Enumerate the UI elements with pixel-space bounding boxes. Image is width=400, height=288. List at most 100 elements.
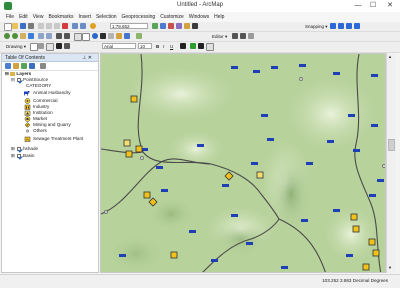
- layers-label: Layers: [16, 71, 32, 76]
- menu-view[interactable]: View: [33, 14, 44, 20]
- select-elements-pointer-icon[interactable]: [30, 43, 38, 51]
- straight-segment-icon[interactable]: [248, 33, 254, 39]
- paste-icon[interactable]: [54, 23, 60, 29]
- scroll-up-icon[interactable]: ▲: [388, 54, 392, 59]
- expand-icon[interactable]: ⊞: [11, 146, 15, 151]
- map-scale-combo[interactable]: 1:78,652: [110, 23, 148, 29]
- rotate-icon[interactable]: [38, 43, 44, 49]
- basin-visibility-checkbox[interactable]: [17, 154, 21, 158]
- font-color-icon[interactable]: [180, 43, 186, 49]
- drawing-toolbar: Drawing ▾ Arial 10 B I U: [0, 42, 400, 53]
- bold-button[interactable]: B: [156, 43, 159, 50]
- line-color-icon[interactable]: [198, 43, 204, 49]
- full-extent-icon[interactable]: [28, 33, 34, 39]
- layer-basin-expand[interactable]: ⊞: [11, 153, 15, 159]
- hyperlink-icon[interactable]: [116, 33, 122, 39]
- back-extent-icon[interactable]: [56, 33, 62, 39]
- menu-bookmarks[interactable]: Bookmarks: [48, 14, 73, 20]
- list-by-visibility-icon[interactable]: [21, 63, 27, 69]
- callout-icon[interactable]: [64, 43, 70, 49]
- italic-button[interactable]: I: [163, 43, 164, 50]
- arctoolbox-icon[interactable]: [184, 23, 190, 29]
- time-slider-icon[interactable]: [136, 33, 142, 39]
- marker-color-icon[interactable]: [206, 43, 214, 51]
- menu-customize[interactable]: Customize: [160, 14, 184, 20]
- editor-toolbar-label[interactable]: Editor ▾: [212, 33, 227, 40]
- vertex-snapping-icon[interactable]: [346, 23, 352, 29]
- drawing-menu-label[interactable]: Drawing ▾: [6, 43, 26, 50]
- select-elements-icon[interactable]: [82, 33, 90, 41]
- map-canvas[interactable]: [101, 54, 386, 273]
- edge-snapping-icon[interactable]: [354, 23, 360, 29]
- map-vertical-scrollbar[interactable]: ▲ ▼: [386, 53, 396, 273]
- font-name-combo[interactable]: Arial: [102, 43, 136, 49]
- copy-icon[interactable]: [46, 23, 52, 29]
- category-field-label: CATEGORY: [26, 83, 52, 88]
- open-folder-icon[interactable]: [12, 23, 18, 29]
- forward-extent-icon[interactable]: [64, 33, 70, 39]
- legend-others: Others: [33, 128, 47, 133]
- rectangle-icon[interactable]: [46, 43, 54, 51]
- maximize-button[interactable]: ☐: [366, 1, 380, 11]
- snapping-toolbar-label[interactable]: Snapping ▾: [305, 23, 328, 30]
- edit-tool-icon[interactable]: [232, 33, 238, 39]
- map-display[interactable]: [100, 53, 386, 273]
- delete-icon[interactable]: [62, 23, 68, 29]
- pointsource-visibility-checkbox[interactable]: [17, 78, 21, 82]
- cut-icon[interactable]: [38, 23, 44, 29]
- fixed-zoom-in-icon[interactable]: [38, 33, 44, 39]
- expand-icon[interactable]: ⊞: [11, 153, 15, 158]
- menu-insert[interactable]: Insert: [78, 14, 91, 20]
- list-by-selection-icon[interactable]: [29, 63, 35, 69]
- menu-selection[interactable]: Selection: [96, 14, 117, 20]
- layer-pointsource[interactable]: ⊟: [11, 77, 15, 83]
- list-by-drawing-order-icon[interactable]: [5, 63, 11, 69]
- layer-hshade-label[interactable]: hshade: [23, 146, 38, 152]
- point-snapping-icon[interactable]: [330, 23, 336, 29]
- list-by-source-icon[interactable]: [13, 63, 19, 69]
- underline-button[interactable]: U: [170, 43, 173, 50]
- scrollbar-thumb[interactable]: [388, 139, 395, 151]
- collapse-icon[interactable]: ⊟: [11, 77, 15, 82]
- new-document-icon[interactable]: [4, 23, 12, 31]
- layer-hshade-expand[interactable]: ⊞: [11, 146, 15, 152]
- pan-hand-icon[interactable]: [20, 33, 26, 39]
- find-icon[interactable]: [100, 33, 106, 39]
- select-features-icon[interactable]: [74, 33, 82, 41]
- menu-edit[interactable]: Edit: [19, 14, 28, 20]
- catalog-icon[interactable]: [168, 23, 174, 29]
- add-data-icon[interactable]: [90, 23, 96, 29]
- toc-window-icon[interactable]: [160, 23, 166, 29]
- font-size-combo[interactable]: 10: [138, 43, 152, 49]
- print-icon[interactable]: [28, 23, 34, 29]
- redo-icon[interactable]: [80, 23, 86, 29]
- scroll-down-icon[interactable]: ▼: [388, 265, 392, 270]
- menu-geoprocessing[interactable]: Geoprocessing: [122, 14, 156, 20]
- fill-color-icon[interactable]: [190, 43, 196, 49]
- save-icon[interactable]: [20, 23, 26, 29]
- new-text-icon[interactable]: [56, 43, 62, 49]
- close-button[interactable]: ✕: [381, 1, 399, 11]
- layer-basin-label[interactable]: Basin: [23, 153, 35, 159]
- menu-windows[interactable]: Windows: [189, 14, 209, 20]
- python-window-icon[interactable]: [192, 23, 198, 29]
- menu-file[interactable]: File: [6, 14, 14, 20]
- menu-help[interactable]: Help: [214, 14, 224, 20]
- identify-icon[interactable]: [92, 33, 98, 39]
- zoom-in-icon[interactable]: [4, 33, 10, 39]
- zoom-out-icon[interactable]: [12, 33, 18, 39]
- collapse-icon[interactable]: ⊟: [5, 71, 9, 76]
- minimize-button[interactable]: —: [351, 1, 365, 11]
- toc-pin-close[interactable]: ⊥ ✕: [82, 55, 92, 61]
- end-snapping-icon[interactable]: [338, 23, 344, 29]
- measure-icon[interactable]: [108, 33, 114, 39]
- editor-toolbar-icon[interactable]: [152, 23, 158, 29]
- fixed-zoom-out-icon[interactable]: [46, 33, 52, 39]
- toc-options-icon[interactable]: [40, 63, 46, 69]
- search-window-icon[interactable]: [176, 23, 182, 29]
- html-popup-icon[interactable]: [124, 33, 130, 39]
- undo-icon[interactable]: [72, 23, 78, 29]
- hshade-visibility-checkbox[interactable]: [17, 147, 21, 151]
- menu-bar: File Edit View Bookmarks Insert Selectio…: [0, 12, 400, 22]
- edit-annotation-icon[interactable]: [240, 33, 246, 39]
